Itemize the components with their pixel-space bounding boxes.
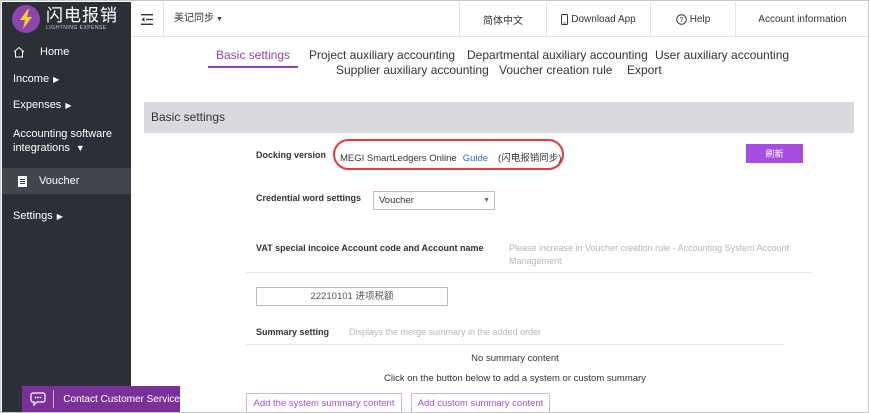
divider <box>246 272 813 273</box>
download-label: Download App <box>571 13 636 25</box>
sidebar-item-settings[interactable]: Settings ▶ <box>2 194 131 238</box>
language-switch[interactable]: 简体中文 <box>459 2 546 36</box>
sidebar-item-accounting-integrations[interactable]: Accounting software integrations ▼ <box>2 118 131 168</box>
tab-departmental-auxiliary-accounting[interactable]: Departmental auxiliary accounting <box>467 48 648 62</box>
docking-version-value: MEGI SmartLedgers Online Guide (闪电报销同步) <box>340 150 561 164</box>
company-switcher[interactable]: 美记同步 ▼ <box>174 2 223 36</box>
sidebar-item-home[interactable]: Home <box>2 38 131 66</box>
logo: 闪电报销 LIGHTNING EXPENSE <box>2 2 131 36</box>
tab-basic-settings[interactable]: Basic settings <box>208 48 299 68</box>
brand-name-en: LIGHTNING EXPENSE <box>46 25 107 31</box>
vat-account-field[interactable]: 22210101 进项税额 <box>256 287 448 306</box>
vat-account-label: VAT special incoice Account code and Acc… <box>256 243 484 253</box>
settings-tabs: Basic settings Project auxiliary account… <box>131 37 868 91</box>
caret-right-icon: ▶ <box>56 211 63 221</box>
credential-word-label: Credential word settings <box>256 193 362 203</box>
sidebar-item-label: Accounting software <box>13 128 113 140</box>
caret-down-icon: ▼ <box>216 16 223 23</box>
account-information-link[interactable]: Account information <box>735 2 868 36</box>
summary-setting-hint: Displays the merge summary in the added … <box>349 327 542 337</box>
tab-voucher-creation-rule[interactable]: Voucher creation rule <box>499 63 612 77</box>
sidebar-item-expenses[interactable]: Expenses ▶ <box>2 92 131 118</box>
docking-version-label: Docking version <box>256 150 327 160</box>
empty-summary-text: No summary content <box>471 353 559 364</box>
sidebar-item-label: Home <box>40 46 70 58</box>
divider <box>246 344 784 345</box>
company-name: 美记同步 <box>174 13 214 24</box>
download-app-link[interactable]: Download App <box>546 2 650 36</box>
help-link[interactable]: ? Help <box>650 2 735 36</box>
caret-down-icon: ▼ <box>483 197 490 204</box>
top-bar: 美记同步 ▼ 简体中文 Download App ? Help Account i… <box>131 2 868 37</box>
menu-toggle-button[interactable] <box>131 2 164 36</box>
brand-name-cn: 闪电报销 <box>46 6 118 25</box>
help-label: Help <box>689 13 711 25</box>
summary-setting-label: Summary setting <box>256 327 330 337</box>
sidebar-item-label: Settings <box>13 210 53 222</box>
sidebar-item-label: integrations <box>13 142 70 154</box>
sidebar-item-voucher[interactable]: Voucher <box>2 168 131 194</box>
svg-text:?: ? <box>679 17 683 24</box>
sidebar: 闪电报销 LIGHTNING EXPENSE Home Income ▶ Exp… <box>2 2 131 412</box>
phone-icon <box>561 13 569 25</box>
lightning-icon <box>12 5 40 33</box>
sidebar-item-income[interactable]: Income ▶ <box>2 66 131 92</box>
document-icon <box>18 175 27 187</box>
contact-customer-service-button[interactable]: Contact Customer Service <box>22 386 180 412</box>
home-icon <box>13 46 27 58</box>
tab-project-auxiliary-accounting[interactable]: Project auxiliary accounting <box>309 48 455 62</box>
sidebar-item-label: Voucher <box>39 175 80 187</box>
contact-customer-service-label: Contact Customer Service <box>63 393 180 405</box>
caret-down-icon: ▼ <box>75 143 85 153</box>
help-icon: ? <box>675 13 687 25</box>
card-title: Basic settings <box>144 102 854 133</box>
language-label: 简体中文 <box>483 15 523 27</box>
collapse-menu-icon <box>141 13 153 25</box>
add-summary-hint: Click on the button below to add a syste… <box>384 373 646 384</box>
credential-word-select[interactable]: Voucher ▼ <box>373 191 495 210</box>
add-custom-summary-button[interactable]: Add custom summary content <box>411 393 550 412</box>
tab-user-auxiliary-accounting[interactable]: User auxiliary accounting <box>655 48 789 62</box>
account-label: Account information <box>758 13 847 25</box>
docking-version-name: MEGI SmartLedgers Online <box>340 153 457 164</box>
sidebar-item-label: Income <box>13 73 50 85</box>
sync-note: (闪电报销同步) <box>498 153 562 164</box>
add-system-summary-button[interactable]: Add the system summary content <box>246 393 402 412</box>
vat-account-hint: Please increase in Voucher creation rule… <box>509 243 790 266</box>
chat-icon <box>22 390 55 408</box>
caret-right-icon: ▶ <box>65 100 72 110</box>
tab-supplier-auxiliary-accounting[interactable]: Supplier auxiliary accounting <box>336 63 489 77</box>
app-window: 闪电报销 LIGHTNING EXPENSE Home Income ▶ Exp… <box>0 0 869 413</box>
caret-right-icon: ▶ <box>53 74 60 84</box>
guide-link[interactable]: Guide <box>463 153 488 164</box>
credential-word-value: Voucher <box>379 195 414 206</box>
tab-export[interactable]: Export <box>627 63 662 77</box>
refresh-button[interactable]: 刷新 <box>746 144 803 163</box>
sidebar-item-label: Expenses <box>13 99 62 111</box>
